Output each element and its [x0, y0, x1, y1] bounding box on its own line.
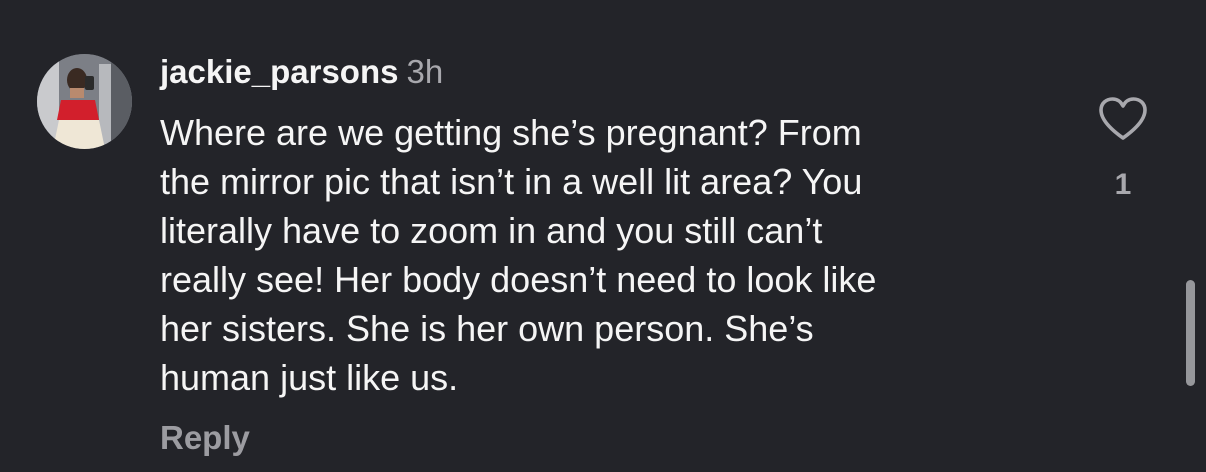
avatar-image — [37, 54, 132, 149]
heart-outline-icon — [1099, 97, 1147, 140]
comment-text-line: her sisters. She is her own person. She’… — [160, 308, 814, 349]
reply-button[interactable]: Reply — [160, 416, 250, 460]
comment-text-line: Where are we getting she’s pregnant? Fro… — [160, 112, 862, 153]
comment-text-line: human just like us. — [160, 357, 459, 398]
like-count: 1 — [1114, 168, 1132, 201]
comment-item: jackie_parsons 3h Where are we getting sh… — [0, 0, 1206, 472]
comment-text-line: the mirror pic that isn’t in a well lit … — [160, 161, 863, 202]
comment-text-line: literally have to zoom in and you still … — [160, 210, 823, 251]
comment-text-line: really see! Her body doesn’t need to loo… — [160, 259, 877, 300]
comment-header: jackie_parsons 3h — [160, 52, 443, 92]
avatar[interactable] — [37, 54, 132, 149]
scrollbar-thumb[interactable] — [1186, 280, 1195, 386]
timestamp: 3h — [406, 53, 444, 90]
username-link[interactable]: jackie_parsons — [160, 53, 398, 90]
like-button[interactable] — [1098, 96, 1148, 142]
comment-text: Where are we getting she’s pregnant? Fro… — [160, 108, 1060, 402]
